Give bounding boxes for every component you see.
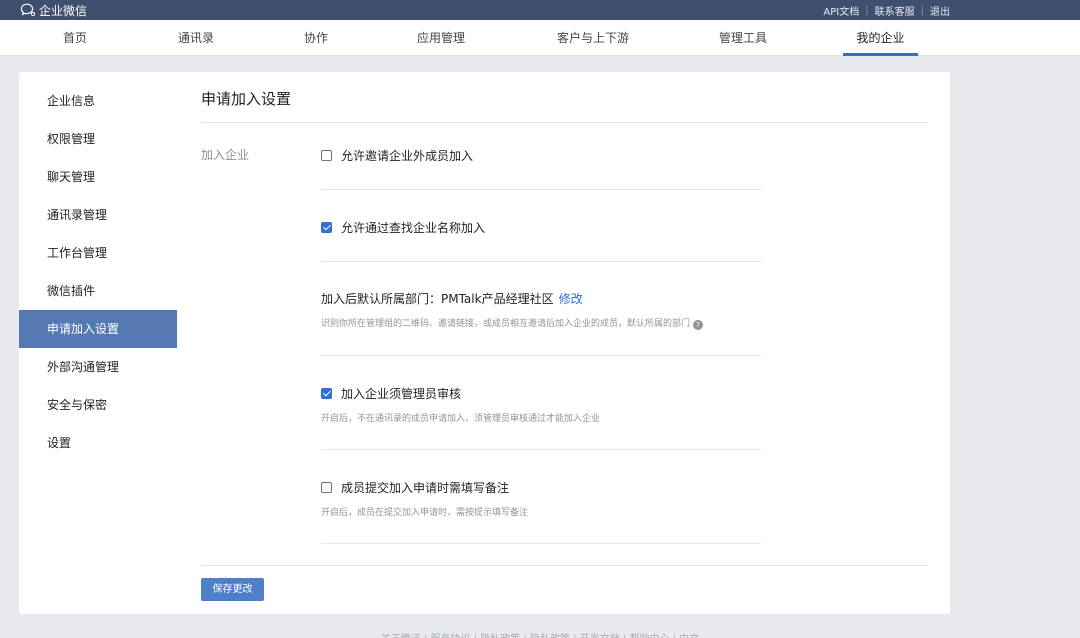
nav-home[interactable]: 首页 [45,20,105,56]
join-enterprise-label: 加入企业 [201,148,250,162]
sidebar-item-contacts-management[interactable]: 通讯录管理 [19,196,177,234]
admin-review-checkbox[interactable] [321,388,332,399]
nav-my-enterprise[interactable]: 我的企业 [843,20,918,56]
sidebar-item-security[interactable]: 安全与保密 [19,386,177,424]
option-label: 加入企业须管理员审核 [341,387,462,401]
main-nav: 首页 通讯录 协作 应用管理 客户与上下游 管理工具 我的企业 [0,20,1080,56]
footer: 关于腾讯 | 服务协议 | 隐私政策 | 隐私政策 | 开发文档 | 帮助中心 … [0,630,1080,638]
page-title: 申请加入设置 [201,90,292,108]
sidebar-item-external-communication[interactable]: 外部沟通管理 [19,348,177,386]
option-label: 成员提交加入申请时需填写备注 [341,481,510,495]
sidebar-item-enterprise-info[interactable]: 企业信息 [19,82,177,120]
help-icon[interactable]: ? [693,320,704,330]
nav-customers[interactable]: 客户与上下游 [540,20,646,56]
default-department-label: 加入后默认所属部门：PMTalk产品经理社区 [321,292,554,306]
settings-panel: 企业信息 权限管理 聊天管理 通讯录管理 工作台管理 微信插件 申请加入设置 外… [19,72,950,614]
sidebar-item-wechat-plugin[interactable]: 微信插件 [19,272,177,310]
sidebar-item-permissions[interactable]: 权限管理 [19,120,177,158]
divider [201,565,928,566]
option-invite-external: 允许邀请企业外成员加入 [321,147,761,164]
nav-collaboration[interactable]: 协作 [286,20,346,56]
option-label: 允许通过查找企业名称加入 [341,221,486,235]
wecom-logo-icon [20,3,36,17]
api-docs-link[interactable]: API文档 [823,3,859,18]
sidebar: 企业信息 权限管理 聊天管理 通讯录管理 工作台管理 微信插件 申请加入设置 外… [19,82,177,462]
logo-text: 企业微信 [39,3,88,18]
option-default-department: 加入后默认所属部门：PMTalk产品经理社区 修改 识别你所在管理组的二维码、邀… [321,290,761,330]
option-search-by-name: 允许通过查找企业名称加入 [321,219,761,236]
contact-support-link[interactable]: 联系客服 [875,3,915,18]
sidebar-item-workbench-management[interactable]: 工作台管理 [19,234,177,272]
divider [321,449,761,450]
nav-admin-tools[interactable]: 管理工具 [702,20,784,56]
edit-department-link[interactable]: 修改 [559,290,583,307]
top-bar: 企业微信 API文档 | 联系客服 | 退出 [0,0,1080,20]
option-description: 识别你所在管理组的二维码、邀请链接，或成员相互邀请后加入企业的成员，默认所属的部… [321,319,691,329]
nav-contacts[interactable]: 通讯录 [166,20,226,56]
invite-external-checkbox[interactable] [321,150,332,161]
divider [321,261,761,262]
option-require-remark: 成员提交加入申请时需填写备注 开启后，成员在提交加入申请时，需按提示填写备注 [321,479,761,518]
sidebar-item-chat-management[interactable]: 聊天管理 [19,158,177,196]
divider [321,189,761,190]
search-by-name-checkbox[interactable] [321,222,332,233]
option-description: 开启后，成员在提交加入申请时，需按提示填写备注 [321,508,529,518]
require-remark-checkbox[interactable] [321,482,332,493]
save-changes-button[interactable]: 保存更改 [201,578,264,601]
divider [321,543,761,544]
main-content: 申请加入设置 加入企业 允许邀请企业外成员加入 允许通过查找企业名称加入 加入后… [201,72,928,614]
sidebar-item-settings[interactable]: 设置 [19,424,177,462]
logo[interactable]: 企业微信 [20,0,87,20]
nav-app-management[interactable]: 应用管理 [400,20,482,56]
option-admin-review: 加入企业须管理员审核 开启后，不在通讯录的成员申请加入，须管理员审核通过才能加入… [321,385,761,424]
sidebar-item-join-settings[interactable]: 申请加入设置 [19,310,177,348]
logout-link[interactable]: 退出 [930,3,950,18]
divider [321,355,761,356]
top-links: API文档 | 联系客服 | 退出 [823,0,950,20]
separator: | [865,4,869,16]
option-description: 开启后，不在通讯录的成员申请加入，须管理员审核通过才能加入企业 [321,414,601,424]
separator: | [920,4,924,16]
option-label: 允许邀请企业外成员加入 [341,149,474,163]
divider [201,122,928,123]
